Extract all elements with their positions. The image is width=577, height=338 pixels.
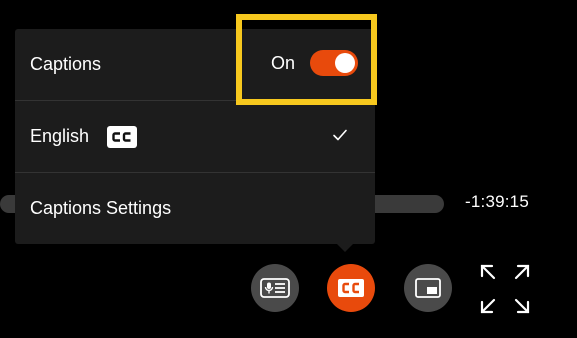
video-player: -1:39:15 Captions On English Captions Se…	[0, 0, 577, 338]
closed-captions-icon	[338, 279, 364, 297]
transcript-icon	[260, 278, 290, 298]
toggle-state-text: On	[271, 52, 296, 73]
picture-in-picture-icon	[415, 278, 441, 298]
closed-captions-button[interactable]	[327, 264, 375, 312]
captions-settings-label: Captions Settings	[30, 198, 172, 218]
language-option-english[interactable]: English	[15, 100, 375, 172]
captions-toggle-group[interactable]: On	[271, 50, 359, 76]
cc-badge-icon	[107, 125, 138, 148]
captions-label: Captions	[30, 54, 102, 74]
captions-toggle-switch[interactable]	[310, 50, 359, 76]
picture-in-picture-button[interactable]	[404, 264, 452, 312]
captions-settings-item[interactable]: Captions Settings	[15, 172, 375, 244]
menu-pointer	[337, 244, 353, 252]
fullscreen-button[interactable]	[479, 263, 531, 315]
transcript-button[interactable]	[251, 264, 299, 312]
fullscreen-icon	[480, 264, 530, 314]
toggle-knob	[335, 53, 356, 73]
language-label: English	[30, 126, 90, 146]
captions-toggle-row[interactable]: Captions On	[15, 29, 375, 100]
time-remaining: -1:39:15	[465, 192, 529, 211]
checkmark-icon	[333, 129, 347, 141]
captions-menu: Captions On English Captions Settings	[15, 29, 375, 244]
